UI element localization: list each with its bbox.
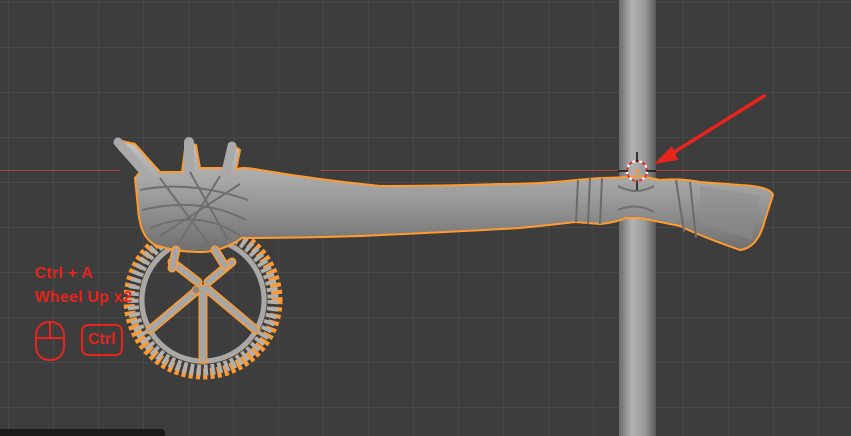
status-bar-fragment bbox=[0, 429, 165, 436]
3d-viewport[interactable]: Ctrl + A Wheel Up x2 Ctrl bbox=[0, 0, 851, 436]
scene-canvas[interactable] bbox=[0, 0, 851, 436]
mouse-icon bbox=[35, 321, 65, 361]
ctrl-key-icon: Ctrl bbox=[81, 324, 123, 356]
ctrl-key-label: Ctrl bbox=[88, 331, 116, 348]
shortcut-line-2: Wheel Up x2 bbox=[35, 289, 133, 306]
shortcut-line-1: Ctrl + A bbox=[35, 265, 94, 282]
red-arrow-icon bbox=[654, 94, 766, 164]
